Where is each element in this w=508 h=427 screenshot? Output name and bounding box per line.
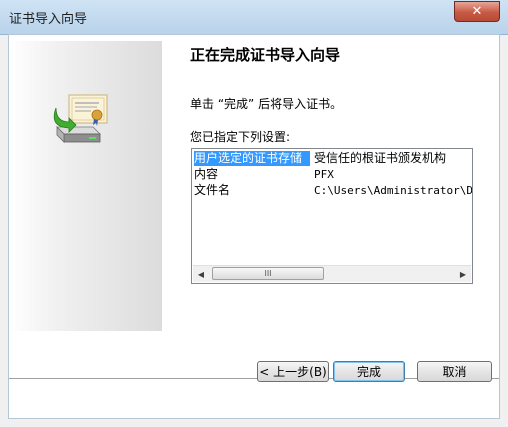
wizard-window: 证书导入向导 ✕ 正在完成证书导入向导 单击 “完成” 后将导入证书。 您已指定… — [0, 0, 508, 427]
window-title: 证书导入向导 — [9, 12, 88, 27]
close-button[interactable]: ✕ — [454, 1, 500, 22]
close-icon: ✕ — [471, 4, 483, 19]
setting-value: C:\Users\Administrator\Desk — [314, 184, 473, 197]
setting-name: 用户选定的证书存储 — [194, 151, 310, 166]
settings-label: 您已指定下列设置: — [190, 130, 291, 144]
page-title: 正在完成证书导入向导 — [190, 46, 341, 64]
title-bar[interactable]: 证书导入向导 ✕ — [0, 0, 508, 35]
horizontal-scrollbar[interactable]: ◀ III ▶ — [193, 265, 471, 282]
setting-name: 文件名 — [194, 183, 231, 197]
setting-value: 受信任的根证书颁发机构 — [314, 151, 447, 165]
scroll-right-icon[interactable]: ▶ — [455, 266, 471, 282]
cancel-button[interactable]: 取消 — [417, 361, 492, 382]
settings-list[interactable]: 用户选定的证书存储 受信任的根证书颁发机构 内容 PFX 文件名 C:\User… — [191, 148, 473, 284]
back-button[interactable]: < 上一步(B) — [257, 361, 329, 382]
certificate-install-icon — [53, 94, 108, 143]
instruction-text: 单击 “完成” 后将导入证书。 — [190, 97, 343, 111]
setting-name: 内容 — [194, 167, 219, 181]
finish-button[interactable]: 完成 — [333, 361, 405, 382]
scroll-thumb[interactable]: III — [212, 267, 324, 280]
scroll-left-icon[interactable]: ◀ — [193, 266, 209, 282]
wizard-side-panel — [9, 41, 162, 331]
setting-value: PFX — [314, 168, 334, 181]
